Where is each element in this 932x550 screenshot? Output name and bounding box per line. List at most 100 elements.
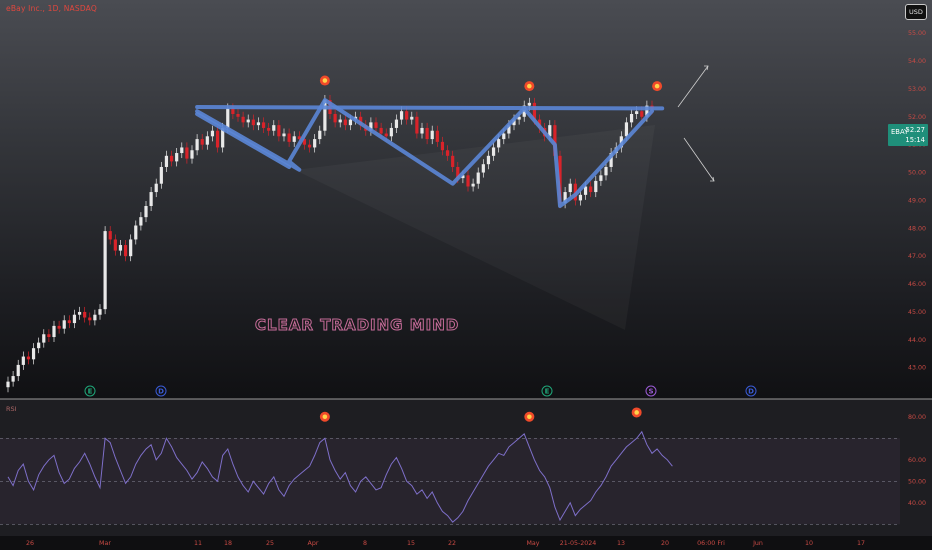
time-axis-tick: May: [526, 540, 539, 547]
price-axis-tick: 52.00: [908, 114, 926, 121]
time-axis-tick: 13: [617, 540, 625, 547]
candle-body: [52, 325, 56, 338]
time-axis-tick: 06:00 Fri: [697, 540, 725, 547]
candle-body: [215, 130, 220, 148]
candle-body: [445, 150, 450, 156]
candle-body: [399, 111, 404, 120]
candle-body: [425, 127, 429, 140]
price-axis-tick: 43.00: [908, 365, 926, 372]
projection-shade: [295, 125, 655, 330]
peak-burst-icon-core: [322, 78, 328, 83]
candle-body: [476, 172, 480, 184]
price-axis-tick: 53.00: [908, 86, 926, 93]
candle-body: [594, 180, 598, 193]
peak-burst-icon-core: [527, 414, 532, 420]
candle-body: [343, 119, 347, 126]
candle-body: [471, 183, 475, 187]
candle-body: [527, 102, 531, 106]
rsi-pane-label[interactable]: RSI: [6, 405, 17, 413]
candle-body: [502, 133, 506, 140]
time-axis-tick: 8: [363, 540, 367, 547]
candle-body: [287, 133, 291, 142]
candle-body: [154, 183, 158, 193]
candle-body: [486, 155, 491, 165]
rsi-axis-tick: 50.00: [908, 478, 926, 485]
event-label: S: [648, 388, 653, 396]
time-axis-tick: Jun: [752, 540, 763, 547]
price-axis-tick: 45.00: [908, 309, 926, 316]
candle-body: [256, 122, 261, 126]
dividend-icon: D: [745, 385, 757, 397]
candle-body: [481, 164, 485, 173]
candle-body: [77, 311, 82, 315]
candle-body: [430, 130, 434, 140]
time-axis-tick: 25: [266, 540, 274, 547]
event-label: E: [545, 388, 550, 396]
candle-body: [435, 130, 439, 142]
symbol-label[interactable]: eBay Inc., 1D, NASDAQ: [6, 4, 97, 13]
time-axis-tick: 17: [857, 540, 865, 547]
price-tag-value: 52.27: [905, 126, 925, 134]
price-tag-countdown: 15:14: [905, 136, 925, 144]
candle-body: [57, 325, 61, 329]
candle-body: [159, 166, 163, 184]
candle-body: [384, 133, 388, 137]
candle-body: [31, 348, 36, 360]
candle-body: [410, 116, 414, 120]
candle-body: [578, 194, 583, 201]
candle-body: [640, 111, 644, 117]
time-axis-tick: 18: [224, 540, 232, 547]
candle-body: [307, 144, 312, 148]
candle-body: [26, 356, 31, 360]
arrow-down-line: [683, 137, 715, 182]
price-axis-tick: 49.00: [908, 197, 926, 204]
candle-body: [440, 141, 445, 151]
chart-canvas[interactable]: EDESD55.0054.0053.0052.0051.0050.0049.00…: [0, 0, 932, 550]
candle-body: [88, 317, 92, 321]
candle-body: [277, 125, 281, 137]
candle-body: [118, 245, 123, 251]
candle-body: [210, 130, 215, 137]
candle-body: [195, 139, 199, 151]
candle-body: [282, 133, 286, 137]
earnings-icon: E: [84, 385, 96, 397]
peak-burst-icon-core: [527, 83, 532, 89]
candle-body: [251, 119, 255, 126]
candle-body: [42, 334, 46, 343]
candle-body: [103, 231, 107, 310]
watermark-logo: CLEAR TRADING MIND: [254, 316, 460, 335]
candle-body: [272, 125, 276, 131]
resistance-line: [195, 105, 665, 111]
candle-body: [389, 127, 393, 137]
currency-button[interactable]: USD: [905, 4, 927, 20]
candle-body: [629, 114, 634, 123]
candle-body: [405, 111, 409, 120]
candle-body: [415, 116, 419, 134]
candle-body: [420, 127, 424, 134]
candle-body: [134, 225, 138, 240]
price-axis-tick: 54.00: [908, 58, 926, 65]
time-axis-tick: 22: [448, 540, 456, 547]
candle-body: [292, 136, 296, 142]
time-axis-tick: Mar: [99, 540, 111, 547]
event-label: D: [158, 388, 164, 396]
x-axis-bg: [0, 536, 932, 550]
arrow-up-line: [677, 65, 709, 108]
candle-body: [635, 111, 639, 114]
candle-body: [144, 206, 148, 218]
price-axis-tick: 55.00: [908, 30, 926, 37]
candle-body: [200, 139, 204, 145]
time-axis-tick: 26: [26, 540, 34, 547]
candle-body: [338, 119, 342, 123]
candle-body: [313, 139, 317, 148]
candle-body: [67, 320, 71, 324]
candle-body: [190, 150, 194, 159]
candle-body: [318, 130, 322, 140]
candle-body: [599, 175, 603, 181]
candle-body: [123, 245, 128, 257]
candle-body: [185, 147, 189, 159]
candle-body: [205, 136, 209, 145]
candle-body: [374, 122, 378, 128]
time-axis-tick: 10: [805, 540, 813, 547]
candle-body: [624, 122, 629, 137]
